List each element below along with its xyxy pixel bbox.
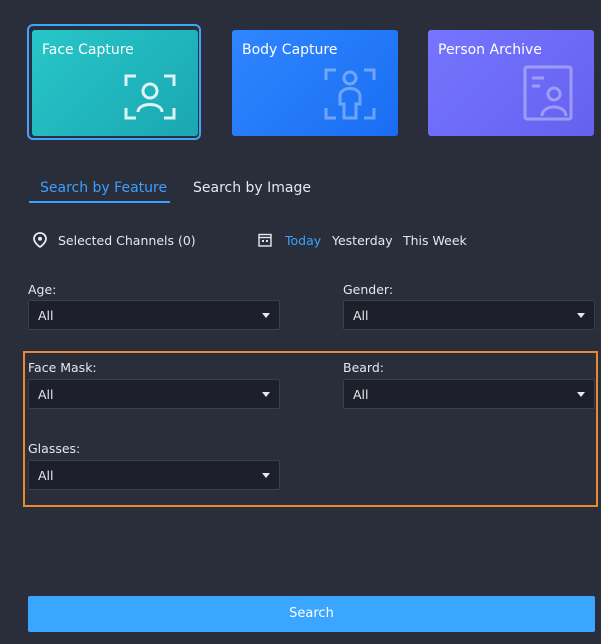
person-archive-icon [523, 65, 573, 121]
chevron-down-icon [577, 392, 585, 397]
beard-value: All [353, 387, 369, 402]
gender-value: All [353, 308, 369, 323]
date-today-option[interactable]: Today [285, 233, 321, 248]
chevron-down-icon [262, 392, 270, 397]
face-capture-label: Face Capture [42, 42, 134, 58]
person-archive-label: Person Archive [438, 42, 542, 58]
calendar-icon[interactable] [258, 233, 272, 247]
date-this-week-option[interactable]: This Week [403, 233, 467, 248]
age-label: Age: [28, 282, 57, 297]
active-tab-indicator [29, 201, 170, 203]
tab-search-by-feature[interactable]: Search by Feature [40, 180, 167, 196]
face-capture-card[interactable]: Face Capture [32, 30, 198, 136]
beard-select[interactable]: All [343, 379, 595, 409]
age-value: All [38, 308, 54, 323]
location-pin-icon [33, 232, 47, 248]
glasses-select[interactable]: All [28, 460, 280, 490]
face-mask-label: Face Mask: [28, 360, 97, 375]
glasses-value: All [38, 468, 54, 483]
tab-search-by-image[interactable]: Search by Image [193, 180, 311, 196]
age-select[interactable]: All [28, 300, 280, 330]
person-archive-card[interactable]: Person Archive [428, 30, 594, 136]
body-capture-label: Body Capture [242, 42, 338, 58]
face-mask-value: All [38, 387, 54, 402]
gender-select[interactable]: All [343, 300, 595, 330]
search-button[interactable]: Search [28, 596, 595, 632]
body-scan-icon [324, 68, 376, 120]
chevron-down-icon [577, 313, 585, 318]
body-capture-card[interactable]: Body Capture [232, 30, 398, 136]
face-scan-icon [124, 74, 176, 120]
beard-label: Beard: [343, 360, 384, 375]
search-panel: Face Capture Body Capture Person Archive [0, 0, 601, 644]
chevron-down-icon [262, 473, 270, 478]
selected-channels-button[interactable]: Selected Channels (0) [58, 233, 196, 248]
face-mask-select[interactable]: All [28, 379, 280, 409]
date-yesterday-option[interactable]: Yesterday [332, 233, 393, 248]
glasses-label: Glasses: [28, 441, 81, 456]
chevron-down-icon [262, 313, 270, 318]
gender-label: Gender: [343, 282, 394, 297]
